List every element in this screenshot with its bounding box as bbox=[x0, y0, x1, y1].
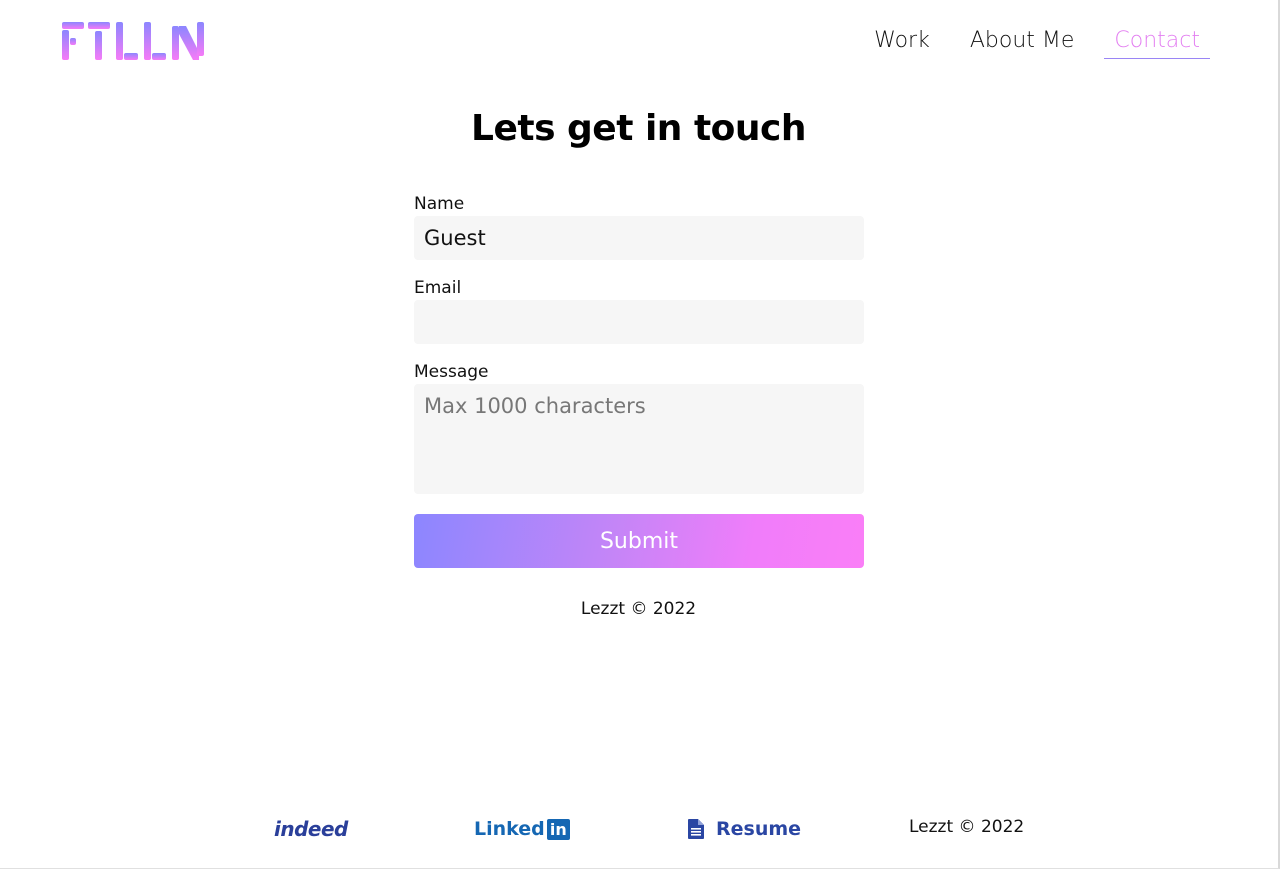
page-title: Lets get in touch bbox=[471, 108, 807, 149]
submit-button[interactable]: Submit bbox=[414, 514, 864, 568]
footer-copyright: Lezzt © 2022 bbox=[909, 817, 1025, 837]
message-textarea[interactable] bbox=[414, 384, 864, 494]
resume-label: Resume bbox=[716, 818, 802, 840]
message-label: Message bbox=[414, 362, 489, 382]
resume-link[interactable]: Resume bbox=[688, 815, 801, 843]
linkedin-in-icon: in bbox=[546, 818, 570, 840]
indeed-logo-text: indeed bbox=[274, 817, 348, 841]
nav-about-me[interactable]: About Me bbox=[960, 26, 1085, 60]
linkedin-logo-text: Linked bbox=[474, 818, 545, 840]
name-input[interactable] bbox=[414, 216, 864, 260]
email-input[interactable] bbox=[414, 300, 864, 344]
contact-form: Name Email Message Submit bbox=[414, 192, 864, 568]
main-copyright: Lezzt © 2022 bbox=[580, 599, 697, 619]
indeed-link[interactable]: indeed bbox=[274, 815, 348, 843]
linkedin-link[interactable]: Linked in bbox=[474, 815, 570, 843]
nav-work[interactable]: Work bbox=[864, 26, 940, 60]
document-icon bbox=[688, 819, 704, 839]
main-nav: Work About Me Contact bbox=[844, 26, 1210, 60]
email-label: Email bbox=[414, 278, 462, 298]
site-logo[interactable] bbox=[60, 22, 206, 62]
nav-contact[interactable]: Contact bbox=[1104, 26, 1210, 59]
name-label: Name bbox=[414, 194, 465, 214]
